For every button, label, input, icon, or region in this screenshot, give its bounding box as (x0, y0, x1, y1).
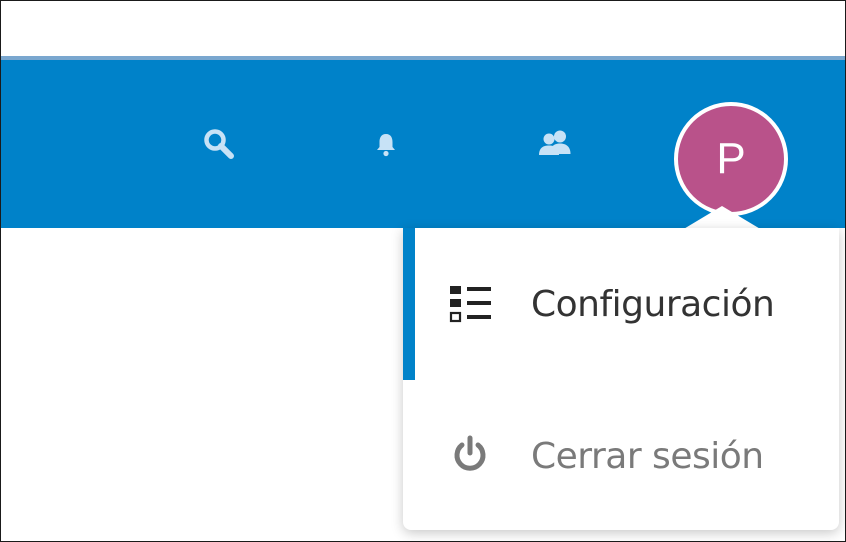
menu-item-settings[interactable]: Configuración (403, 228, 839, 380)
menu-item-logout[interactable]: Cerrar sesión (403, 380, 839, 532)
avatar-initial: P (716, 134, 746, 183)
user-avatar[interactable]: P (674, 102, 788, 216)
app-header: P (1, 56, 845, 228)
menu-item-label: Cerrar sesión (531, 435, 764, 477)
menu-item-label: Configuración (531, 283, 775, 325)
dropdown-caret (682, 206, 762, 230)
user-menu-dropdown: Configuración Cerrar sesión (403, 228, 839, 530)
contacts-button[interactable] (527, 116, 583, 172)
settings-list-icon (445, 279, 495, 329)
app-window: P Configuración Cerrar sesión (0, 0, 846, 542)
notifications-button[interactable] (358, 116, 414, 172)
power-icon (445, 431, 495, 481)
header-bar: P (1, 60, 845, 228)
top-strip (1, 1, 845, 56)
search-icon (204, 129, 234, 159)
contacts-icon (539, 130, 571, 155)
search-button[interactable] (191, 116, 247, 172)
notifications-bell-icon (377, 134, 395, 157)
